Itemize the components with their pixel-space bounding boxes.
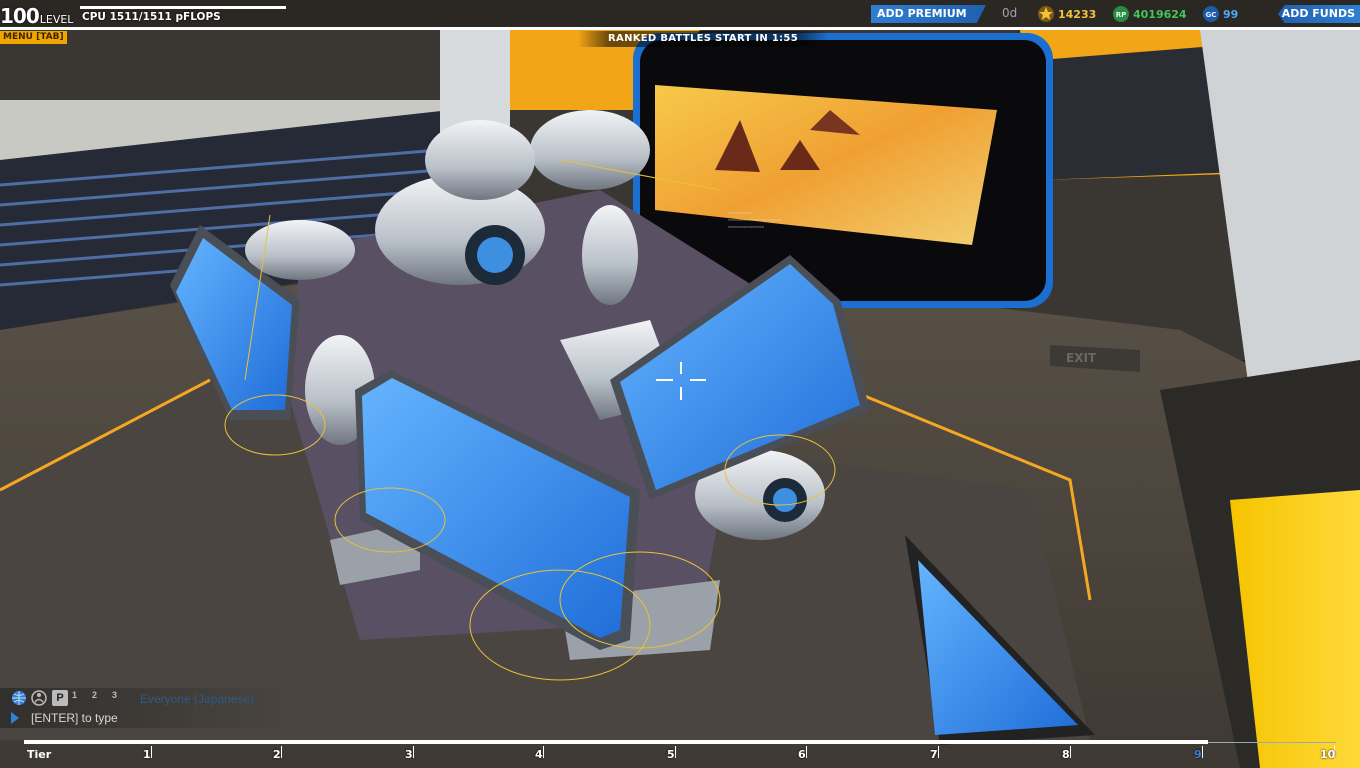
tier-tick-label-5: 5 <box>667 748 675 761</box>
level-number: 100 <box>0 4 40 28</box>
level-label: LEVEL <box>39 13 74 26</box>
tier-tick-label-10: 10 <box>1320 748 1336 761</box>
tier-tick-label-3: 3 <box>405 748 413 761</box>
tier-tick-1 <box>151 746 152 758</box>
tier-tick-2 <box>281 746 282 758</box>
ranked-battles-timer: RANKED BATTLES START IN 1:55 <box>578 31 828 47</box>
user-3-icon[interactable]: 3 <box>112 690 128 706</box>
add-premium-button[interactable]: ADD PREMIUM <box>871 5 986 23</box>
tier-tick-4 <box>543 746 544 758</box>
tier-tick-5 <box>675 746 676 758</box>
svg-text:~~~~~~~~: ~~~~~~~~ <box>728 211 752 217</box>
user-2-icon[interactable]: 2 <box>92 690 108 706</box>
tier-tick-7 <box>938 746 939 758</box>
tier-tick-label-2: 2 <box>273 748 281 761</box>
chat-input[interactable]: [ENTER] to type <box>31 711 118 725</box>
menu-button[interactable]: MENU [TAB] <box>0 31 67 44</box>
user-3-badge: 3 <box>112 690 118 700</box>
user-2-badge: 2 <box>92 690 98 700</box>
rp-icon <box>1038 6 1054 22</box>
player-level: 100 LEVEL <box>0 4 73 26</box>
svg-text:GC: GC <box>1206 11 1217 19</box>
garage-scene: ~~~~~~~~~~~~~~~~~~~~~~~~~~~~~~~~~~~~~~ E… <box>0 30 1360 768</box>
user-1-icon[interactable]: 1 <box>72 690 88 706</box>
tier-tick-label-6: 6 <box>798 748 806 761</box>
user-1-badge: 1 <box>72 690 78 700</box>
gc-icon: GC <box>1203 6 1219 22</box>
robits-amount: 4019624 <box>1133 7 1187 21</box>
chat-arrow-icon <box>11 712 19 724</box>
svg-text:RP: RP <box>1116 11 1127 19</box>
tier-label: Tier <box>27 748 52 761</box>
tier-bar: Tier 1 2 3 4 5 6 7 8 9 10 <box>24 740 1344 768</box>
globe-icon[interactable] <box>11 690 27 706</box>
chat-channel[interactable]: Everyone (Japanese) <box>140 692 254 706</box>
tier-tick-8 <box>1070 746 1071 758</box>
gc-balance: GC 99 <box>1202 5 1238 23</box>
tier-track-remaining <box>1208 742 1336 743</box>
tier-track-filled <box>24 740 1208 744</box>
chat-panel: P 1 2 3 Everyone (Japanese) [ENTER] to t… <box>0 688 300 728</box>
tier-tick-6 <box>806 746 807 758</box>
tier-tick-label-8: 8 <box>1062 748 1070 761</box>
cpu-bar <box>80 6 286 9</box>
tier-tick-label-1: 1 <box>143 748 151 761</box>
robits-balance: RP 4019624 <box>1112 5 1187 23</box>
person-icon[interactable] <box>31 690 47 706</box>
party-icon[interactable]: P <box>52 690 68 706</box>
add-funds-button[interactable]: ADD FUNDS <box>1278 5 1360 23</box>
rp-balance: 14233 <box>1037 5 1096 23</box>
rp-amount: 14233 <box>1058 7 1097 21</box>
premium-days-remaining: 0d <box>1002 6 1018 20</box>
gc-amount: 99 <box>1223 7 1239 21</box>
cpu-readout: CPU 1511/1511 pFLOPS <box>82 11 221 23</box>
tier-tick-label-4: 4 <box>535 748 543 761</box>
tier-tick-label-7: 7 <box>930 748 938 761</box>
exit-sign: EXIT <box>1066 351 1097 365</box>
svg-text:~~~~~~~~~~~~: ~~~~~~~~~~~~ <box>728 225 764 231</box>
tier-tick-label-9: 9 <box>1194 748 1202 761</box>
tier-tick-3 <box>413 746 414 758</box>
top-divider <box>0 27 1360 30</box>
tier-tick-9 <box>1202 746 1203 758</box>
robits-icon: RP <box>1113 6 1129 22</box>
svg-text:~~~~~~~~~~~~~~~~~~: ~~~~~~~~~~~~~~~~~~ <box>728 218 782 224</box>
